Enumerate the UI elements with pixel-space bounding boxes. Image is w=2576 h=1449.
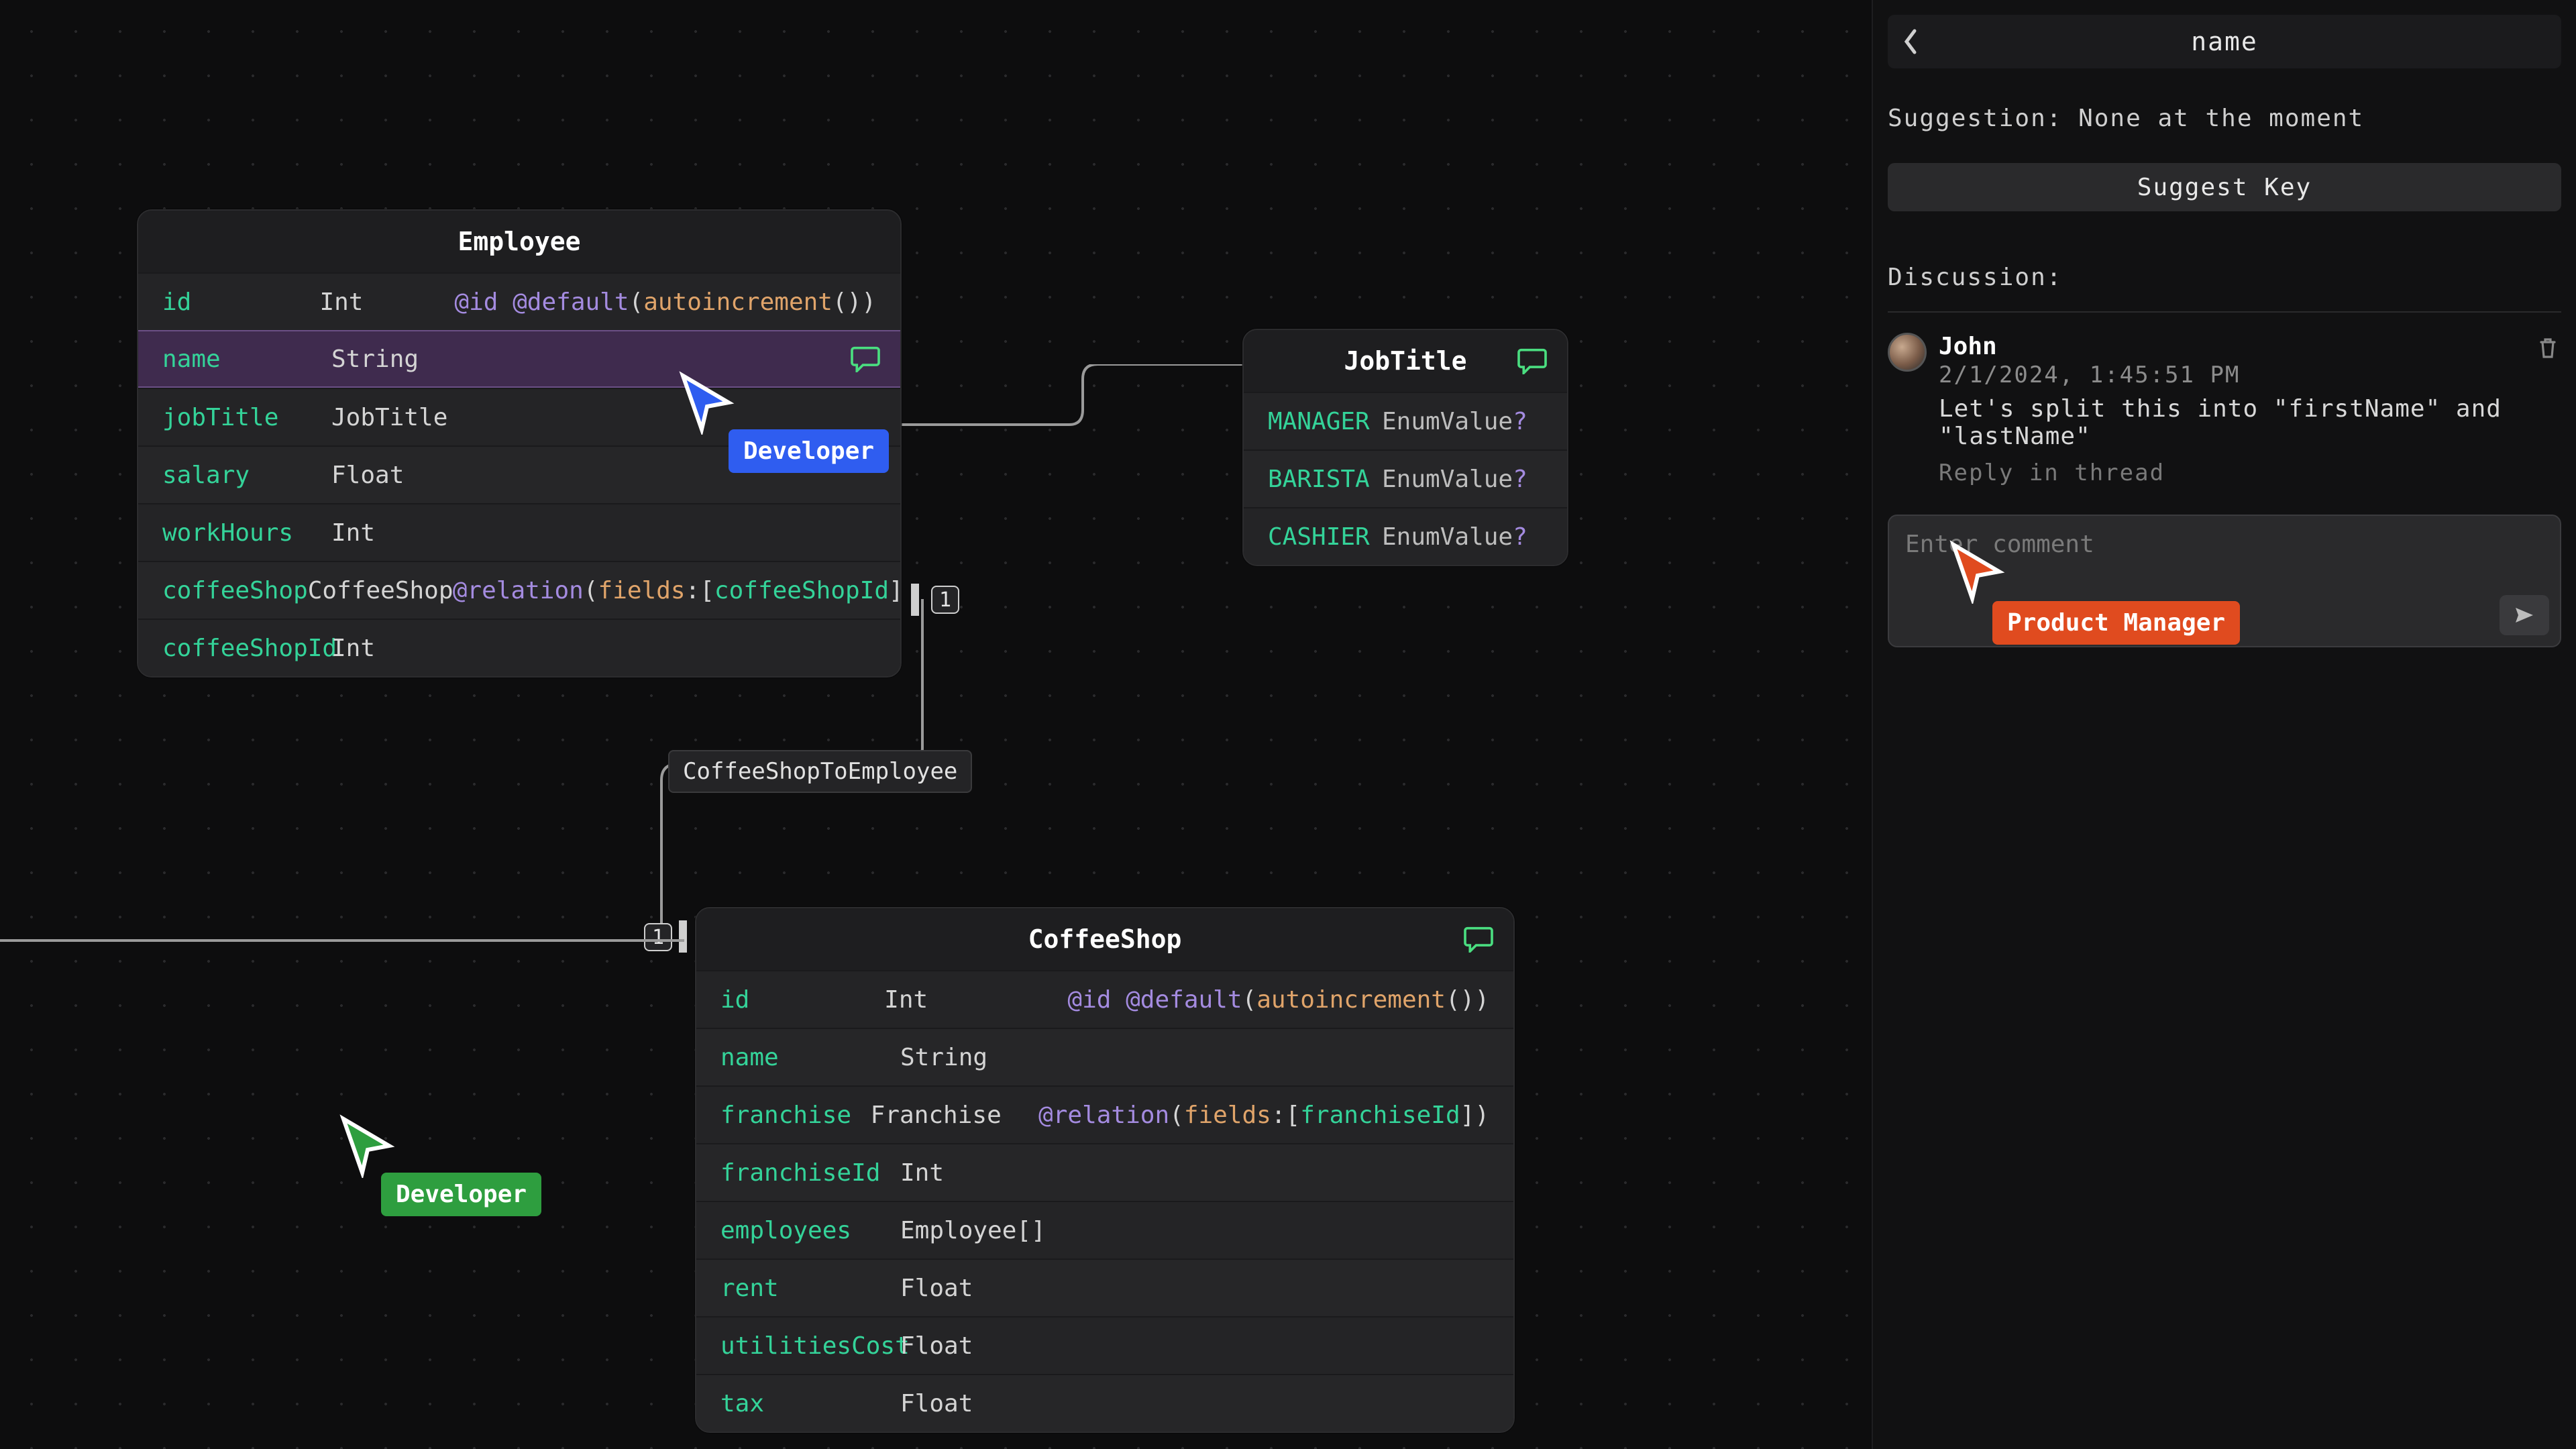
field-row[interactable]: id Int @id @default(autoincrement())	[138, 272, 900, 330]
comment-icon[interactable]	[849, 345, 881, 372]
entity-header[interactable]: Employee	[138, 211, 900, 272]
field-row[interactable]: workHours Int	[138, 503, 900, 561]
entity-title: JobTitle	[1344, 346, 1466, 376]
field-name: franchise	[720, 1102, 871, 1129]
relation-pip	[911, 584, 919, 616]
relation-pip	[679, 920, 687, 953]
enum-type: EnumValue?	[1382, 466, 1527, 493]
field-name: tax	[720, 1390, 900, 1417]
field-type: Employee[]	[900, 1217, 1102, 1244]
field-name: coffeeShopId	[162, 635, 331, 662]
cursor-label: Developer	[729, 429, 889, 473]
comment-body: Let's split this into "firstName" and "l…	[1939, 395, 2561, 450]
field-name: rent	[720, 1275, 900, 1302]
relation-cardinality: 1	[644, 923, 672, 951]
comment-time: 2/1/2024, 1:45:51 PM	[1939, 362, 2561, 388]
avatar	[1888, 333, 1927, 372]
enum-name: BARISTA	[1268, 466, 1382, 493]
field-type: Int	[331, 519, 476, 547]
field-attr: @id @default(autoincrement())	[1067, 986, 1489, 1014]
reply-link[interactable]: Reply in thread	[1939, 460, 2561, 486]
field-row[interactable]: id Int @id @default(autoincrement())	[696, 970, 1513, 1028]
delete-icon[interactable]	[2538, 337, 2557, 364]
field-row[interactable]: franchise Franchise @relation(fields:[fr…	[696, 1085, 1513, 1143]
field-type: Int	[319, 288, 454, 316]
back-button[interactable]	[1888, 28, 1933, 55]
field-type: CoffeeShop	[308, 577, 453, 604]
entity-jobtitle[interactable]: JobTitle MANAGER EnumValue? BARISTA Enum…	[1242, 329, 1568, 566]
field-type: Float	[331, 462, 476, 489]
field-name: salary	[162, 462, 331, 489]
field-name: employees	[720, 1217, 900, 1244]
field-type: Float	[900, 1390, 1102, 1417]
field-name: id	[720, 986, 884, 1014]
field-type: Int	[884, 986, 1067, 1014]
field-type: Int	[900, 1159, 1102, 1187]
enum-row[interactable]: CASHIER EnumValue?	[1244, 507, 1567, 565]
comment-author: John	[1939, 333, 2561, 360]
send-button[interactable]	[2500, 595, 2549, 635]
suggest-key-button[interactable]: Suggest Key	[1888, 163, 2561, 211]
suggestion-text: Suggestion: None at the moment	[1888, 105, 2561, 132]
field-name: coffeeShop	[162, 577, 308, 604]
entity-header[interactable]: CoffeeShop	[696, 908, 1513, 970]
field-type: Float	[900, 1332, 1102, 1360]
cursor-label: Product Manager	[1992, 601, 2240, 645]
enum-row[interactable]: MANAGER EnumValue?	[1244, 392, 1567, 449]
collaborator-cursor-green: Developer	[335, 1114, 400, 1178]
entity-header[interactable]: JobTitle	[1244, 330, 1567, 392]
field-attr: @relation(fields:[coffeeShopId])	[453, 577, 902, 604]
field-attr: @id @default(autoincrement())	[454, 288, 876, 316]
field-type: JobTitle	[331, 404, 476, 431]
field-row[interactable]: utilitiesCost Float	[696, 1316, 1513, 1374]
field-row[interactable]: tax Float	[696, 1374, 1513, 1432]
panel-header: name	[1888, 15, 2561, 68]
cursor-label: Developer	[381, 1173, 541, 1216]
field-name: name	[720, 1044, 900, 1071]
field-name: id	[162, 288, 319, 316]
field-type: String	[331, 345, 476, 373]
enum-type: EnumValue?	[1382, 408, 1527, 435]
field-name: name	[162, 345, 331, 373]
comment: John 2/1/2024, 1:45:51 PM Let's split th…	[1888, 333, 2561, 506]
field-type: Float	[900, 1275, 1102, 1302]
comment-icon[interactable]	[1516, 347, 1548, 374]
relation-label: CoffeeShopToEmployee	[668, 750, 972, 793]
field-type: Int	[331, 635, 476, 662]
entity-title: CoffeeShop	[1028, 924, 1182, 954]
enum-name: MANAGER	[1268, 408, 1382, 435]
entity-title: Employee	[458, 227, 580, 256]
enum-row[interactable]: BARISTA EnumValue?	[1244, 449, 1567, 507]
enum-type: EnumValue?	[1382, 523, 1527, 551]
schema-canvas[interactable]: 1 CoffeeShopToEmployee 1 Employee id Int…	[0, 0, 1872, 1449]
collaborator-cursor-blue: Developer	[675, 370, 739, 435]
inspector-panel: name Suggestion: None at the moment Sugg…	[1872, 0, 2576, 1449]
divider	[1888, 311, 2561, 313]
field-attr: @relation(fields:[franchiseId])	[1038, 1102, 1489, 1129]
collaborator-cursor-orange: Product Manager	[1945, 539, 2010, 604]
field-type: Franchise	[871, 1102, 1038, 1129]
field-row[interactable]: coffeeShopId Int	[138, 619, 900, 676]
field-row[interactable]: coffeeShop CoffeeShop @relation(fields:[…	[138, 561, 900, 619]
entity-coffeeshop[interactable]: CoffeeShop id Int @id @default(autoincre…	[695, 907, 1515, 1433]
field-row-selected[interactable]: name String	[138, 330, 900, 388]
discussion-heading: Discussion:	[1888, 264, 2561, 291]
enum-name: CASHIER	[1268, 523, 1382, 551]
comment-icon[interactable]	[1462, 926, 1495, 953]
field-row[interactable]: rent Float	[696, 1258, 1513, 1316]
field-name: jobTitle	[162, 404, 331, 431]
field-name: utilitiesCost	[720, 1332, 900, 1360]
field-name: workHours	[162, 519, 331, 547]
panel-title: name	[1888, 27, 2561, 56]
field-row[interactable]: name String	[696, 1028, 1513, 1085]
relation-cardinality: 1	[931, 586, 959, 614]
field-row[interactable]: franchiseId Int	[696, 1143, 1513, 1201]
field-type: String	[900, 1044, 1102, 1071]
field-name: franchiseId	[720, 1159, 900, 1187]
field-row[interactable]: employees Employee[]	[696, 1201, 1513, 1258]
